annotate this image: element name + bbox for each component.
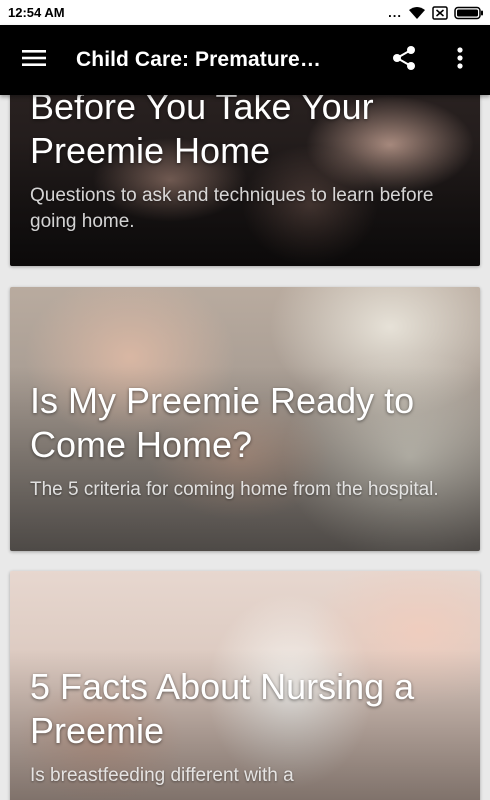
article-text: Is My Preemie Ready to Come Home? The 5 … [30, 379, 462, 503]
article-title: Before You Take Your Preemie Home [30, 95, 374, 171]
article-title: Is My Preemie Ready to Come Home? [30, 380, 415, 465]
status-time: 12:54 AM [8, 5, 65, 20]
status-dots: ... [388, 5, 402, 20]
share-icon [392, 45, 416, 76]
menu-icon [22, 48, 46, 73]
article-subtitle: Questions to ask and techniques to learn… [30, 185, 434, 232]
wifi-icon [408, 6, 426, 20]
article-card[interactable]: 5 Facts About Nursing a Preemie Is breas… [10, 571, 480, 800]
menu-button[interactable] [6, 32, 62, 88]
app-bar: Child Care: Premature… [0, 25, 490, 95]
article-card[interactable]: Before You Take Your Preemie Home Questi… [10, 95, 480, 266]
sim-disabled-icon [432, 5, 448, 20]
status-bar: 12:54 AM ... [0, 0, 490, 25]
article-text: Before You Take Your Preemie Home Questi… [30, 95, 462, 235]
article-card[interactable]: Is My Preemie Ready to Come Home? The 5 … [10, 287, 480, 551]
status-icons: ... [388, 5, 484, 20]
article-text: 5 Facts About Nursing a Preemie Is breas… [30, 665, 462, 789]
battery-icon [454, 6, 484, 20]
more-options-button[interactable] [432, 32, 488, 88]
article-subtitle: Is breastfeeding different with a [30, 765, 294, 786]
article-subtitle: The 5 criteria for coming home from the … [30, 479, 439, 500]
article-title: 5 Facts About Nursing a Preemie [30, 666, 415, 751]
share-button[interactable] [376, 32, 432, 88]
more-vert-icon [457, 46, 463, 74]
app-title: Child Care: Premature… [76, 48, 321, 71]
article-list[interactable]: Before You Take Your Preemie Home Questi… [0, 95, 490, 800]
